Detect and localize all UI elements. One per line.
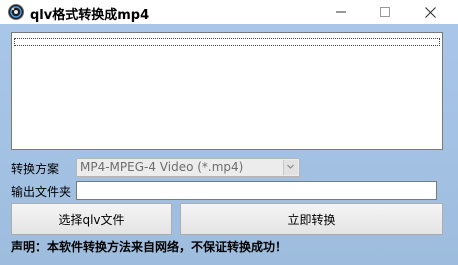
client-area: 转换方案 MP4-MPEG-4 Video (*.mp4) 输出文件夹 选择ql… — [0, 24, 458, 265]
scheme-label: 转换方案 — [11, 162, 60, 176]
maximize-button[interactable] — [362, 0, 407, 24]
convert-now-button[interactable]: 立即转换 — [180, 203, 443, 235]
list-focus-rect — [14, 38, 440, 46]
select-qlv-button[interactable]: 选择qlv文件 — [11, 203, 172, 235]
close-icon — [425, 6, 436, 18]
file-list[interactable] — [11, 32, 443, 150]
output-folder-label: 输出文件夹 — [11, 185, 72, 199]
chevron-down-icon — [287, 164, 294, 169]
disclaimer-text: 声明：本软件转换方法来自网络，不保证转换成功！ — [11, 240, 288, 254]
maximize-icon — [379, 7, 390, 17]
scheme-select-value: MP4-MPEG-4 Video (*.mp4) — [80, 160, 244, 174]
dropdown-arrow-button[interactable] — [283, 160, 298, 175]
minimize-button[interactable] — [318, 0, 363, 24]
output-folder-field[interactable] — [76, 181, 437, 200]
close-button[interactable] — [408, 0, 453, 24]
minimize-icon — [335, 11, 346, 13]
scheme-select[interactable]: MP4-MPEG-4 Video (*.mp4) — [76, 158, 300, 177]
app-icon — [7, 3, 25, 21]
title-bar: qlv格式转换成mp4 — [0, 0, 458, 24]
window-title: qlv格式转换成mp4 — [30, 8, 150, 23]
